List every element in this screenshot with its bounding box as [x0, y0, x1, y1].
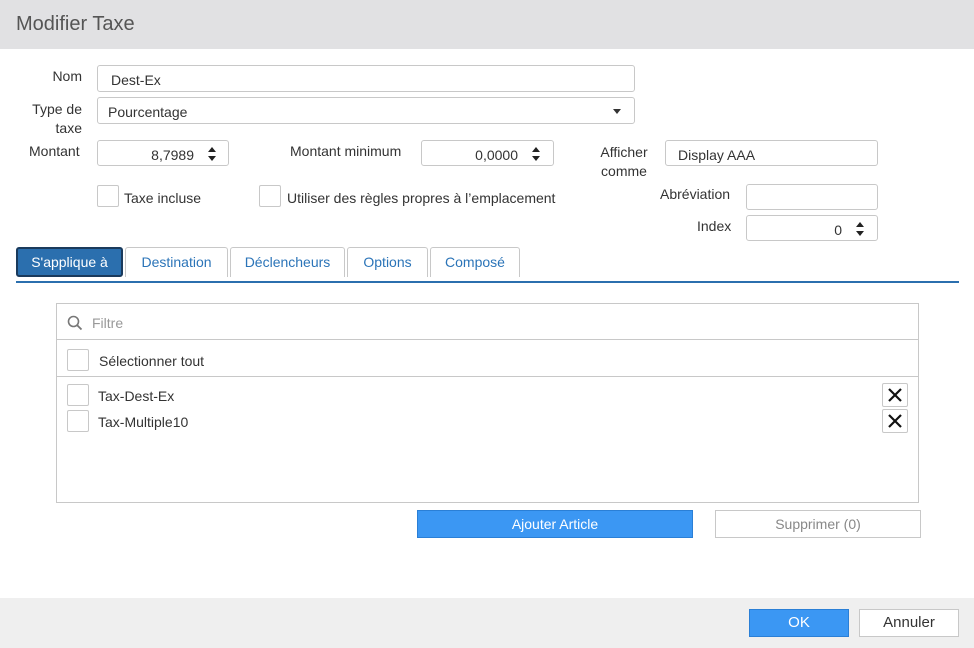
stepper-up-icon[interactable]: [532, 147, 540, 152]
item-checkbox[interactable]: [67, 384, 89, 406]
afficher-comme-label: Afficher comme: [598, 143, 650, 181]
montant-minimum-value: 0,0000: [475, 147, 518, 163]
select-all-row: Sélectionner tout: [57, 340, 918, 377]
filter-bar[interactable]: Filtre: [57, 304, 918, 340]
afficher-comme-input[interactable]: Display AAA: [665, 140, 878, 166]
abreviation-input[interactable]: [746, 184, 878, 210]
stepper-up-icon[interactable]: [208, 147, 216, 152]
montant-stepper[interactable]: [206, 142, 218, 164]
index-stepper[interactable]: [854, 217, 866, 239]
close-icon: [888, 414, 902, 428]
stepper-down-icon[interactable]: [856, 231, 864, 236]
ok-button[interactable]: OK: [749, 609, 849, 637]
abreviation-label: Abréviation: [660, 186, 731, 202]
dialog-title: Modifier Taxe: [16, 13, 135, 35]
cancel-button[interactable]: Annuler: [859, 609, 959, 637]
index-value: 0: [834, 222, 842, 238]
tab-compose[interactable]: Composé: [430, 247, 520, 277]
filter-input[interactable]: Filtre: [92, 315, 123, 331]
add-item-button[interactable]: Ajouter Article: [417, 510, 693, 538]
delete-button[interactable]: Supprimer (0): [715, 510, 921, 538]
type-taxe-value: Pourcentage: [108, 104, 188, 120]
regles-emplacement-label: Utiliser des règles propres à l’emplacem…: [287, 190, 556, 206]
type-taxe-select[interactable]: Pourcentage: [97, 97, 635, 124]
item-label: Tax-Multiple10: [98, 414, 189, 430]
taxe-incluse-checkbox[interactable]: [97, 185, 119, 207]
nom-value: Dest-Ex: [111, 72, 161, 88]
remove-item-button[interactable]: [882, 409, 908, 433]
index-input[interactable]: 0: [746, 215, 878, 241]
montant-minimum-input[interactable]: 0,0000: [421, 140, 554, 166]
close-icon: [888, 388, 902, 402]
item-label: Tax-Dest-Ex: [98, 388, 175, 404]
tab-destination[interactable]: Destination: [125, 247, 228, 277]
remove-item-button[interactable]: [882, 383, 908, 407]
search-icon: [67, 315, 83, 331]
taxe-incluse-label: Taxe incluse: [124, 190, 202, 206]
montant-label: Montant: [29, 143, 80, 159]
tab-underline: [16, 281, 959, 283]
type-taxe-label-line1: Type de: [32, 101, 82, 117]
applies-to-panel: Filtre Sélectionner tout Tax-Dest-Ex Tax…: [56, 303, 919, 503]
stepper-down-icon[interactable]: [208, 156, 216, 161]
afficher-comme-label-line2: comme: [601, 163, 647, 179]
montant-minimum-stepper[interactable]: [530, 142, 542, 164]
select-all-label: Sélectionner tout: [99, 353, 205, 369]
regles-emplacement-checkbox[interactable]: [259, 185, 281, 207]
afficher-comme-label-line1: Afficher: [600, 144, 648, 160]
nom-label: Nom: [52, 68, 82, 84]
caret-down-icon: [613, 109, 621, 114]
montant-input[interactable]: 8,7989: [97, 140, 229, 166]
type-taxe-label-line2: taxe: [55, 120, 82, 136]
item-checkbox[interactable]: [67, 410, 89, 432]
list-item: Tax-Multiple10: [57, 409, 918, 433]
tab-s-applique-a[interactable]: S'applique à: [16, 247, 123, 277]
stepper-down-icon[interactable]: [532, 156, 540, 161]
montant-value: 8,7989: [151, 147, 194, 163]
stepper-up-icon[interactable]: [856, 222, 864, 227]
tab-options[interactable]: Options: [347, 247, 428, 277]
montant-minimum-label: Montant minimum: [290, 143, 402, 159]
nom-input[interactable]: Dest-Ex: [97, 65, 635, 92]
dialog-header: [0, 0, 974, 49]
select-all-checkbox[interactable]: [67, 349, 89, 371]
type-taxe-label: Type de taxe: [20, 100, 82, 138]
index-label: Index: [697, 218, 732, 234]
list-item: Tax-Dest-Ex: [57, 383, 918, 407]
afficher-comme-value: Display AAA: [678, 147, 756, 163]
tab-declencheurs[interactable]: Déclencheurs: [230, 247, 345, 277]
